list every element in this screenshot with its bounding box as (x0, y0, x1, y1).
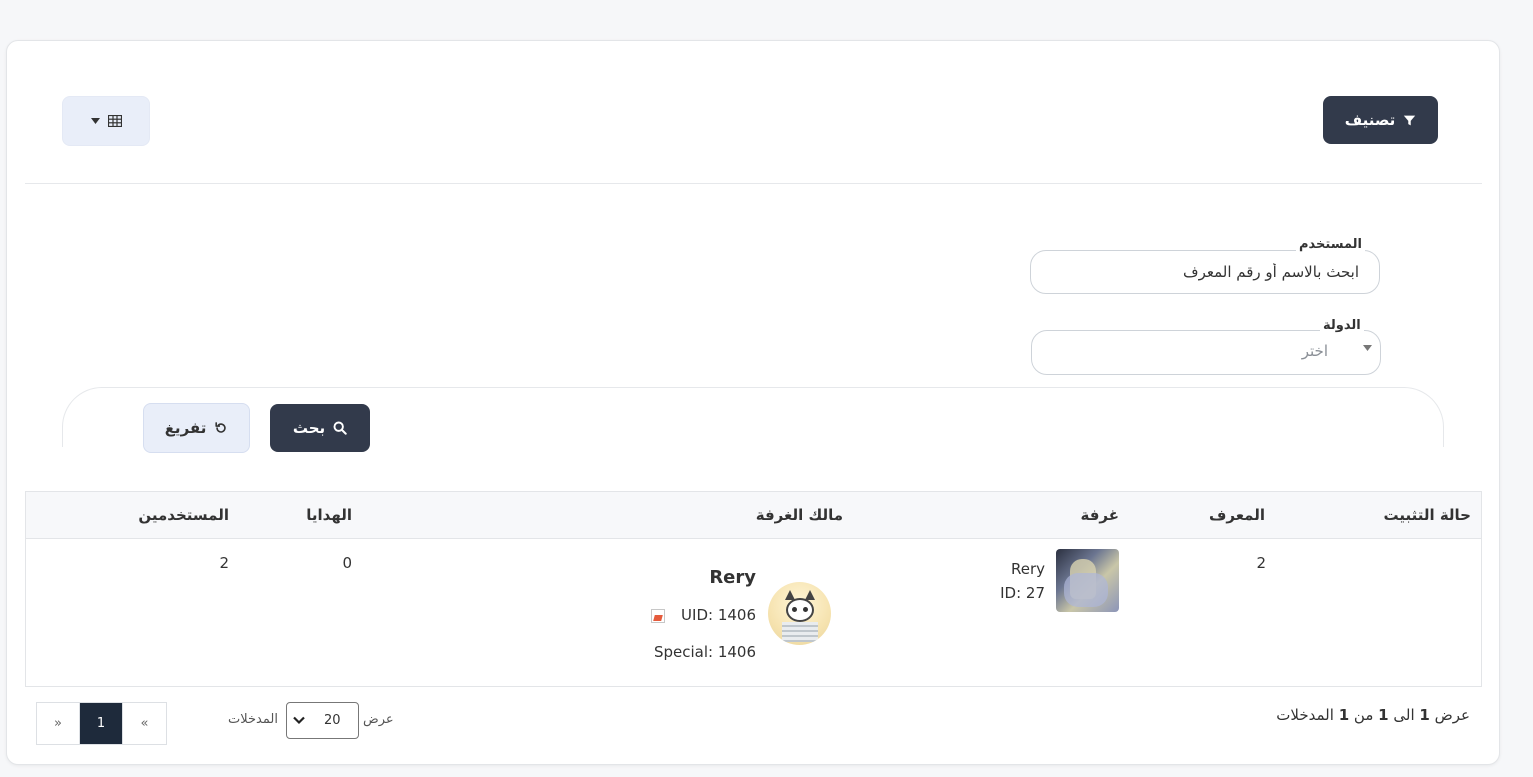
country-field-label: الدولة (1320, 318, 1364, 333)
header-owner[interactable]: مالك الغرفة (756, 506, 843, 524)
entries-info: عرض 1 الى 1 من 1 المدخلات (1276, 706, 1470, 724)
rooms-table: حالة التثبيت المعرف غرفة مالك الغرفة اله… (25, 491, 1482, 687)
header-room[interactable]: غرفة (1081, 506, 1120, 524)
country-select-placeholder: اختر (1301, 342, 1328, 360)
filter-button-label: تصنيف (1344, 111, 1396, 129)
pagination: » 1 « (36, 702, 167, 745)
reset-button[interactable]: تفريغ (143, 403, 250, 453)
search-icon (333, 421, 347, 435)
room-name: Rery (1010, 560, 1045, 578)
entries-mid2: من (1353, 706, 1374, 724)
divider (25, 183, 1482, 184)
header-pin-status[interactable]: حالة التثبيت (1383, 506, 1471, 524)
owner-name: Rery (709, 567, 756, 588)
owner-avatar (768, 582, 831, 645)
page-size-value: 20 (324, 713, 341, 728)
page-scrollbar[interactable] (1520, 0, 1533, 777)
show-label: عرض (363, 712, 394, 727)
entries-total: 1 (1338, 706, 1350, 724)
view-toggle-button[interactable] (62, 96, 150, 146)
entries-prefix: عرض (1434, 706, 1470, 724)
pagination-next[interactable]: » (37, 703, 80, 744)
search-button-label: بحث (292, 419, 326, 437)
page-size-select[interactable]: 20 (286, 702, 359, 739)
search-button[interactable]: بحث (270, 404, 370, 452)
broken-image-icon (651, 609, 665, 623)
country-select[interactable]: اختر (1031, 330, 1381, 375)
pagination-page[interactable]: 1 (80, 703, 123, 744)
pagination-prev[interactable]: « (123, 703, 166, 744)
table-grid-icon (107, 115, 122, 127)
entries-suffix: المدخلات (1276, 706, 1334, 724)
table-header: حالة التثبيت المعرف غرفة مالك الغرفة اله… (26, 492, 1481, 539)
filter-icon (1404, 115, 1416, 125)
owner-uid: UID: 1406 (681, 606, 756, 624)
chevron-down-icon (293, 716, 305, 725)
entries-to: 1 (1378, 706, 1389, 724)
entries-mid1: الى (1393, 706, 1415, 724)
header-gifts[interactable]: الهدايا (306, 506, 352, 524)
owner-special: Special: 1406 (653, 643, 756, 661)
room-id: ID: 27 (1000, 584, 1045, 602)
user-field-label: المستخدم (1296, 237, 1365, 252)
reset-button-label: تفريغ (164, 419, 207, 437)
entries-label: المدخلات (228, 712, 278, 727)
user-search-field[interactable] (1030, 250, 1380, 294)
entries-from: 1 (1419, 706, 1430, 724)
caret-down-icon (90, 118, 100, 124)
undo-icon (215, 422, 226, 433)
header-users[interactable]: المستخدمين (138, 506, 229, 524)
filter-button[interactable]: تصنيف (1323, 96, 1438, 144)
caret-down-icon (1363, 345, 1372, 351)
room-image (1056, 549, 1119, 612)
cell-id: 2 (1256, 554, 1266, 572)
cell-users: 2 (219, 554, 229, 572)
user-search-input[interactable] (1031, 251, 1379, 293)
cell-gifts: 0 (342, 554, 352, 572)
header-id[interactable]: المعرف (1209, 506, 1265, 524)
